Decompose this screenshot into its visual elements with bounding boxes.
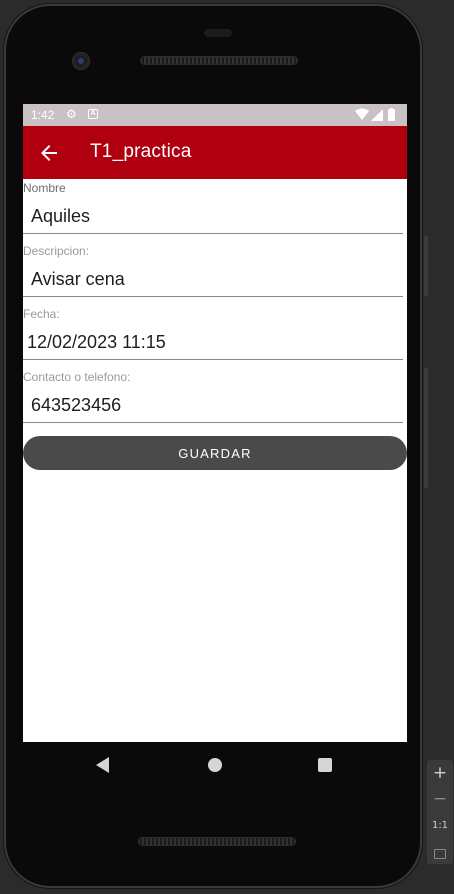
nav-back-icon[interactable] [96,757,109,773]
field-label: Contacto o telefono: [23,370,131,384]
field-fecha: Fecha: [23,305,403,365]
nav-home-icon[interactable] [208,758,222,772]
navigation-bar [23,742,407,788]
field-contacto: Contacto o telefono: [23,368,403,428]
front-camera-icon [73,53,89,69]
contacto-input[interactable] [23,389,403,423]
field-label: Nombre [23,181,66,195]
power-button [424,236,428,296]
field-label: Fecha: [23,307,60,321]
status-bar: 1:42 ⚙ A [23,104,407,126]
nombre-input[interactable] [23,200,403,234]
arrow-left-icon[interactable] [37,141,61,165]
phone-screen: 1:42 ⚙ A T1_practica Nombre Descripcion:… [23,104,407,742]
bottom-speaker [138,837,296,846]
signal-icon [371,109,383,121]
wifi-icon [355,108,369,120]
volume-button [424,368,428,488]
descripcion-input[interactable] [23,263,403,297]
status-time: 1:42 [31,108,55,122]
fit-screen-icon[interactable] [427,844,453,863]
gear-icon: ⚙ [66,107,77,121]
battery-icon [388,109,395,121]
nav-recents-icon[interactable] [318,758,332,772]
a-badge-icon: A [88,109,98,119]
fecha-input[interactable] [23,326,403,360]
app-title: T1_practica [90,141,192,162]
field-nombre: Nombre [23,179,403,239]
zoom-out-button[interactable]: − [427,789,453,809]
zoom-in-button[interactable]: + [427,763,453,783]
save-button[interactable]: GUARDAR [23,436,407,470]
emulator-zoom-panel: + − 1:1 [427,760,453,864]
sensor-slot [204,29,232,37]
actual-size-button[interactable]: 1:1 [427,820,453,831]
status-icons [355,108,395,121]
field-descripcion: Descripcion: [23,242,403,302]
app-bar: T1_practica [23,126,407,179]
earpiece-speaker [140,56,298,65]
field-label: Descripcion: [23,244,90,258]
